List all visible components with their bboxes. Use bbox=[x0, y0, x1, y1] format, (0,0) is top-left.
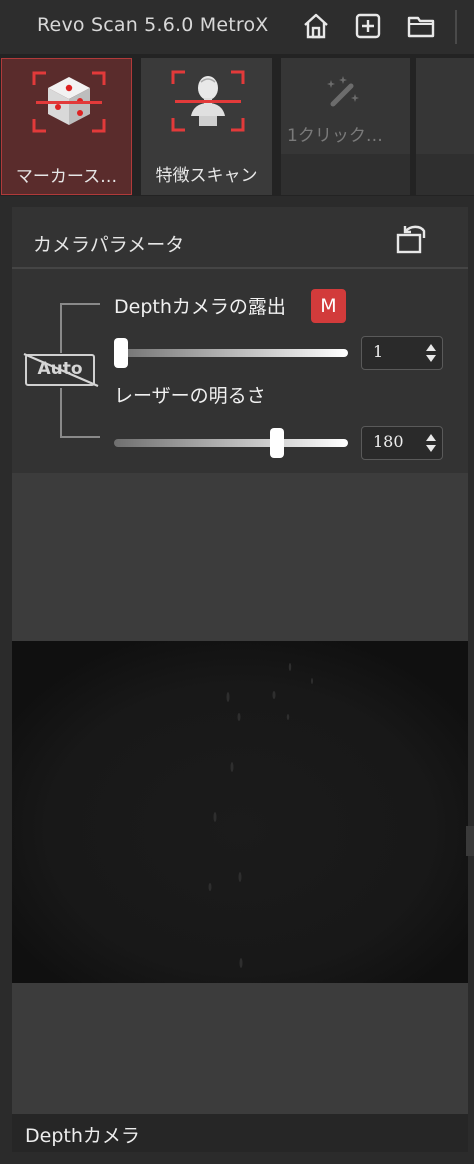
tab-footer bbox=[416, 154, 474, 195]
bracket-line bbox=[60, 303, 100, 305]
laser-brightness-spinbox[interactable]: 180 bbox=[361, 426, 443, 460]
depth-image bbox=[12, 641, 468, 983]
depth-camera-view bbox=[12, 641, 468, 983]
panel-title: カメラパラメータ bbox=[33, 234, 185, 256]
depth-exposure-spinbox[interactable]: 1 bbox=[361, 336, 443, 370]
app-title: Revo Scan 5.6.0 MetroX bbox=[37, 14, 269, 36]
home-icon[interactable] bbox=[301, 11, 331, 41]
depth-exposure-slider[interactable] bbox=[114, 349, 348, 357]
scrollbar[interactable] bbox=[468, 207, 474, 1164]
folder-icon[interactable] bbox=[406, 11, 436, 41]
bracket-line bbox=[60, 303, 62, 353]
add-file-icon[interactable] bbox=[353, 11, 383, 41]
bracket-line bbox=[60, 436, 100, 438]
tab-feature-scan[interactable]: 特徴スキャン bbox=[141, 58, 272, 195]
tab-label: 1クリック… bbox=[287, 126, 383, 146]
bust-scan-icon bbox=[171, 70, 245, 132]
magic-wand-icon bbox=[327, 76, 359, 107]
laser-brightness-label: レーザーの明るさ bbox=[114, 385, 266, 407]
tab-overflow bbox=[416, 58, 474, 195]
laser-brightness-slider-thumb[interactable] bbox=[270, 428, 285, 458]
panel-divider bbox=[12, 267, 468, 269]
bracket-line bbox=[60, 388, 62, 438]
depth-exposure-value[interactable]: 1 bbox=[373, 342, 383, 361]
decrement-arrow-icon[interactable] bbox=[426, 445, 436, 452]
marker-dice-icon bbox=[32, 71, 106, 133]
tab-footer bbox=[281, 154, 412, 195]
laser-brightness-slider[interactable] bbox=[114, 439, 348, 447]
increment-arrow-icon[interactable] bbox=[426, 434, 436, 441]
increment-arrow-icon[interactable] bbox=[426, 344, 436, 351]
tab-label: 特徴スキャン bbox=[155, 166, 258, 186]
tab-divider bbox=[132, 58, 138, 195]
scrollbar-handle[interactable] bbox=[466, 826, 474, 856]
auto-toggle[interactable]: Auto bbox=[25, 354, 95, 386]
decrement-arrow-icon[interactable] bbox=[426, 355, 436, 362]
reset-icon[interactable] bbox=[394, 222, 430, 256]
tab-marker-scan[interactable]: マーカース… bbox=[1, 58, 132, 195]
depth-exposure-label: Depthカメラの露出 bbox=[114, 296, 286, 318]
laser-brightness-value[interactable]: 180 bbox=[373, 432, 404, 451]
depth-exposure-slider-thumb[interactable] bbox=[114, 338, 128, 368]
tab-label: マーカース… bbox=[15, 167, 118, 187]
tab-divider bbox=[272, 58, 278, 195]
toolbar-divider bbox=[455, 10, 457, 44]
preview-label: Depthカメラ bbox=[25, 1125, 140, 1147]
manual-mode-badge[interactable]: M bbox=[311, 289, 346, 323]
tab-one-click-scan: 1クリック… bbox=[281, 58, 412, 195]
